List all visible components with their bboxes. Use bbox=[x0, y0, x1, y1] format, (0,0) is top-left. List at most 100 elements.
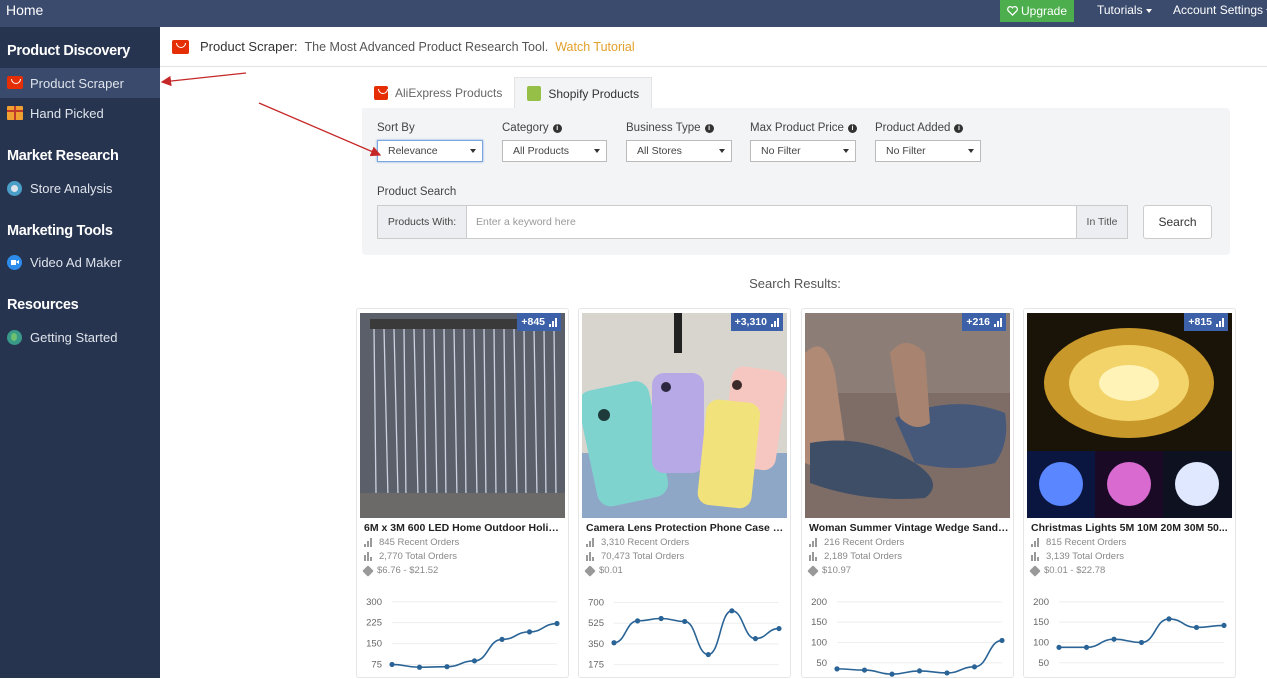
product-image[interactable]: +815 bbox=[1027, 313, 1232, 518]
product-image[interactable]: +845 bbox=[360, 313, 565, 518]
y-tick-label: 300 bbox=[366, 597, 382, 608]
data-point[interactable] bbox=[471, 658, 478, 664]
data-point[interactable] bbox=[944, 670, 950, 676]
product-card[interactable]: +815 Christmas Lights 5M 10M 20M 30M 50.… bbox=[1023, 308, 1236, 678]
signal-bars-icon bbox=[994, 317, 1002, 327]
product-card[interactable]: +845 6M x 3M 600 LED Home Outdoor Holida… bbox=[356, 308, 569, 678]
bar-chart-icon bbox=[809, 552, 819, 561]
data-point[interactable] bbox=[499, 636, 505, 642]
data-point[interactable] bbox=[705, 651, 711, 658]
search-results-title: Search Results: bbox=[749, 276, 841, 291]
data-point[interactable] bbox=[916, 668, 923, 674]
product-photo bbox=[805, 313, 1010, 518]
price-range: $10.97 bbox=[807, 564, 852, 577]
product-title[interactable]: Camera Lens Protection Phone Case on... bbox=[586, 522, 786, 534]
price-range: $0.01 - $22.78 bbox=[1029, 564, 1106, 577]
recent-orders-text: 815 Recent Orders bbox=[1046, 537, 1127, 548]
orders-chart: 700 525 350 175 bbox=[588, 598, 782, 671]
total-orders-text: 2,770 Total Orders bbox=[379, 551, 457, 562]
price-range: $0.01 bbox=[584, 564, 623, 577]
signal-bars-icon bbox=[809, 538, 819, 547]
data-point[interactable] bbox=[658, 615, 664, 622]
data-point[interactable] bbox=[444, 664, 450, 670]
y-tick-label: 200 bbox=[811, 597, 827, 608]
bar-chart-icon bbox=[364, 552, 374, 561]
recent-orders-badge: +845 bbox=[517, 313, 561, 331]
y-tick-label: 100 bbox=[811, 637, 827, 648]
data-point[interactable] bbox=[1193, 624, 1200, 631]
recent-orders-badge: +216 bbox=[962, 313, 1006, 331]
y-tick-label: 525 bbox=[588, 618, 604, 629]
badge-value: +815 bbox=[1188, 316, 1212, 328]
data-point[interactable] bbox=[999, 637, 1005, 644]
price-text: $0.01 - $22.78 bbox=[1044, 565, 1106, 576]
tag-icon bbox=[584, 564, 596, 577]
y-tick-label: 225 bbox=[366, 618, 382, 629]
tag-icon bbox=[362, 564, 374, 577]
data-point[interactable] bbox=[1221, 622, 1227, 629]
product-title[interactable]: 6M x 3M 600 LED Home Outdoor Holida... bbox=[364, 522, 564, 534]
y-tick-label: 75 bbox=[371, 659, 382, 670]
series-line bbox=[613, 610, 780, 656]
data-point[interactable] bbox=[752, 635, 759, 642]
product-image[interactable]: +3,310 bbox=[582, 313, 787, 518]
y-tick-label: 700 bbox=[588, 598, 604, 609]
data-point[interactable] bbox=[1111, 636, 1117, 642]
y-tick-label: 100 bbox=[1033, 637, 1049, 648]
product-photo bbox=[1027, 313, 1232, 518]
data-point[interactable] bbox=[611, 640, 617, 646]
y-tick-label: 350 bbox=[588, 639, 604, 650]
tag-icon bbox=[807, 564, 819, 577]
total-orders: 3,139 Total Orders bbox=[1031, 551, 1124, 562]
recent-orders-badge: +3,310 bbox=[730, 313, 783, 331]
tag-icon bbox=[1029, 564, 1041, 577]
data-point[interactable] bbox=[1056, 644, 1062, 650]
signal-bars-icon bbox=[586, 538, 596, 547]
y-tick-label: 200 bbox=[1033, 597, 1049, 608]
y-tick-label: 175 bbox=[588, 660, 604, 671]
recent-orders-badge: +815 bbox=[1184, 313, 1228, 331]
data-point[interactable] bbox=[634, 618, 641, 624]
product-title[interactable]: Christmas Lights 5M 10M 20M 30M 50... bbox=[1031, 522, 1231, 534]
data-point[interactable] bbox=[416, 664, 423, 670]
y-tick-label: 150 bbox=[1033, 617, 1049, 628]
product-card[interactable]: +3,310 Camera Lens Protection Phone Case… bbox=[578, 308, 791, 678]
recent-orders: 815 Recent Orders bbox=[1031, 537, 1126, 548]
total-orders: 2,770 Total Orders bbox=[364, 551, 457, 562]
badge-value: +216 bbox=[966, 316, 990, 328]
signal-bars-icon bbox=[364, 538, 374, 547]
bar-chart-icon bbox=[1031, 552, 1041, 561]
data-point[interactable] bbox=[1083, 644, 1090, 650]
price-text: $6.76 - $21.52 bbox=[377, 565, 439, 576]
product-title[interactable]: Woman Summer Vintage Wedge Sandal... bbox=[809, 522, 1009, 534]
badge-value: +845 bbox=[521, 316, 545, 328]
orders-chart: 300 225 150 75 bbox=[366, 597, 560, 670]
price-text: $10.97 bbox=[822, 565, 852, 576]
total-orders-text: 70,473 Total Orders bbox=[601, 551, 685, 562]
data-point[interactable] bbox=[389, 661, 395, 668]
product-image[interactable]: +216 bbox=[805, 313, 1010, 518]
y-tick-label: 150 bbox=[366, 639, 382, 650]
data-point[interactable] bbox=[526, 629, 533, 635]
signal-bars-icon bbox=[1031, 538, 1041, 547]
orders-chart: 200 150 100 50 bbox=[811, 597, 1005, 677]
data-point[interactable] bbox=[1138, 639, 1145, 646]
recent-orders: 845 Recent Orders bbox=[364, 537, 459, 548]
y-tick-label: 50 bbox=[816, 658, 827, 669]
data-point[interactable] bbox=[1166, 616, 1172, 622]
data-point[interactable] bbox=[729, 608, 735, 614]
data-point[interactable] bbox=[776, 625, 782, 632]
bar-chart-icon bbox=[586, 552, 596, 561]
data-point[interactable] bbox=[554, 620, 560, 627]
total-orders-text: 3,139 Total Orders bbox=[1046, 551, 1124, 562]
data-point[interactable] bbox=[889, 671, 895, 677]
data-point[interactable] bbox=[834, 666, 840, 672]
recent-orders: 3,310 Recent Orders bbox=[586, 537, 689, 548]
recent-orders-text: 3,310 Recent Orders bbox=[601, 537, 690, 548]
product-card[interactable]: +216 Woman Summer Vintage Wedge Sandal..… bbox=[801, 308, 1014, 678]
data-point[interactable] bbox=[971, 664, 978, 670]
y-tick-label: 50 bbox=[1038, 658, 1049, 669]
data-point[interactable] bbox=[861, 667, 868, 673]
data-point[interactable] bbox=[682, 618, 688, 625]
orders-chart: 200 150 100 50 bbox=[1033, 597, 1227, 669]
